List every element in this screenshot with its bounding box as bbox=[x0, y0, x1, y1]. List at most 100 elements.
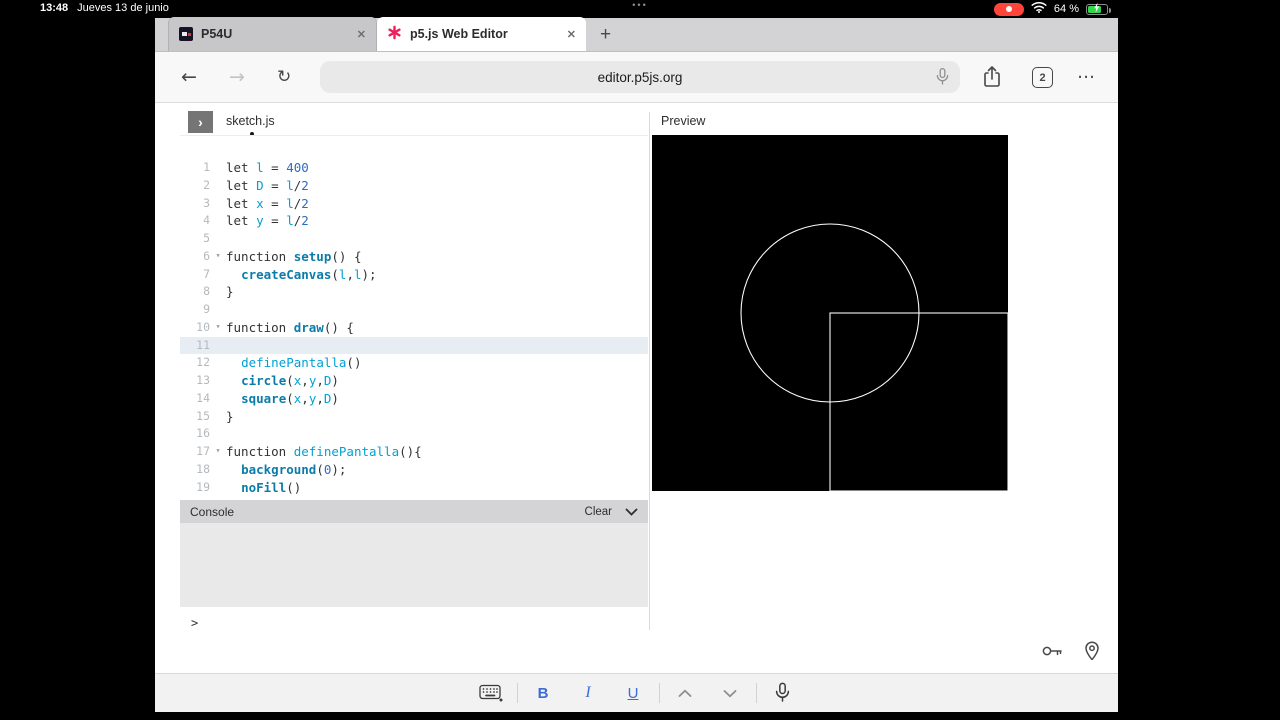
chevron-up-icon[interactable] bbox=[663, 688, 708, 698]
back-button[interactable]: ← bbox=[181, 66, 197, 88]
code-line[interactable]: 1 let l = 400 bbox=[180, 159, 648, 177]
password-key-icon[interactable] bbox=[1041, 644, 1063, 663]
file-tab-sketchjs[interactable]: sketch.js bbox=[226, 114, 275, 128]
line-number: 17 bbox=[196, 444, 210, 458]
line-gutter: 8 bbox=[180, 283, 226, 301]
line-gutter: 17 ▾ bbox=[180, 443, 226, 461]
code-line[interactable]: 7 createCanvas(l,l); bbox=[180, 266, 648, 284]
fold-arrow-icon[interactable]: ▾ bbox=[210, 319, 226, 337]
code-line[interactable]: 14 square(x,y,D) bbox=[180, 390, 648, 408]
line-number: 11 bbox=[196, 337, 210, 352]
italic-button[interactable]: I bbox=[566, 684, 611, 702]
code-line[interactable]: 8} bbox=[180, 283, 648, 301]
code-text: let l = 400 bbox=[226, 160, 309, 175]
p5-editor-page: › sketch.js 1 let l = 400 2 let D = l/2 3 let… bbox=[155, 103, 1118, 673]
line-gutter: 15 bbox=[180, 408, 226, 426]
tab-close-icon[interactable]: ✕ bbox=[567, 28, 576, 41]
console-input[interactable]: > bbox=[180, 612, 648, 634]
code-text: let D = l/2 bbox=[226, 177, 309, 193]
code-line[interactable]: 12 definePantalla() bbox=[180, 354, 648, 372]
preview-label: Preview bbox=[661, 114, 706, 128]
console-collapse-chevron-icon[interactable] bbox=[625, 505, 638, 519]
tab-title: P54U bbox=[201, 27, 233, 41]
recording-dot-icon bbox=[1005, 6, 1012, 12]
keyboard-accessory-bar: B I U bbox=[155, 673, 1118, 712]
code-text: function setup() { bbox=[226, 248, 362, 264]
divider bbox=[658, 683, 660, 703]
line-number: 8 bbox=[203, 284, 210, 299]
code-line[interactable]: 9 bbox=[180, 301, 648, 319]
code-line[interactable]: 15} bbox=[180, 408, 648, 426]
forward-button[interactable]: → bbox=[229, 66, 245, 88]
line-number: 1 bbox=[203, 160, 210, 174]
mic-icon[interactable] bbox=[936, 67, 949, 90]
battery-icon bbox=[1086, 2, 1111, 15]
browser-tab-p5js[interactable]: p5.js Web Editor ✕ bbox=[377, 17, 586, 51]
chevron-down-icon[interactable] bbox=[708, 689, 753, 698]
panel-divider[interactable] bbox=[649, 112, 650, 630]
line-gutter: 19 bbox=[180, 479, 226, 497]
url-bar[interactable]: editor.p5js.org bbox=[320, 61, 960, 93]
multitask-dots-icon[interactable]: ••• bbox=[632, 0, 647, 10]
preview-panel bbox=[652, 135, 1008, 491]
line-gutter: 16 bbox=[180, 425, 226, 443]
code-line[interactable]: 3 let x = l/2 bbox=[180, 195, 648, 213]
keyboard-icon[interactable] bbox=[469, 684, 514, 702]
console-clear-button[interactable]: Clear bbox=[585, 506, 612, 518]
code-line[interactable]: 5 bbox=[180, 230, 648, 248]
tab-close-icon[interactable]: ✕ bbox=[357, 28, 366, 41]
new-tab-button[interactable]: + bbox=[600, 18, 611, 52]
code-line[interactable]: 18 background(0); bbox=[180, 461, 648, 479]
line-gutter: 1 bbox=[180, 159, 226, 177]
code-line[interactable]: 6 ▾ function setup() { bbox=[180, 248, 648, 266]
code-line[interactable]: 11 bbox=[180, 336, 648, 355]
reload-button[interactable]: ↻ bbox=[277, 67, 291, 87]
tab-switcher-button[interactable]: 2 bbox=[1032, 67, 1053, 88]
line-number: 19 bbox=[196, 479, 210, 494]
code-line[interactable]: 2 let D = l/2 bbox=[180, 177, 648, 195]
line-number: 4 bbox=[203, 213, 210, 228]
code-editor[interactable]: 1 let l = 400 2 let D = l/2 3 let x = l/2 4 let… bbox=[180, 159, 648, 496]
tab-title: p5.js Web Editor bbox=[410, 27, 508, 41]
code-line[interactable]: 16 bbox=[180, 425, 648, 443]
code-text: function draw() { bbox=[226, 319, 354, 335]
clock: 13:48 bbox=[40, 2, 69, 14]
line-gutter: 4 bbox=[180, 212, 226, 230]
line-gutter: 11 bbox=[180, 337, 226, 355]
sidebar-expand-button[interactable]: › bbox=[188, 111, 213, 133]
code-line[interactable]: 19 noFill() bbox=[180, 479, 648, 497]
location-pin-icon[interactable] bbox=[1084, 641, 1100, 666]
line-number: 10 bbox=[196, 319, 210, 334]
line-number: 15 bbox=[196, 408, 210, 423]
code-line[interactable]: 17 ▾ function definePantalla(){ bbox=[180, 443, 648, 461]
fold-arrow-icon[interactable]: ▾ bbox=[210, 443, 226, 461]
wifi-icon bbox=[1031, 0, 1047, 18]
status-bar: 13:48 Jueves 13 de junio ••• 64 % bbox=[0, 0, 1280, 18]
share-button[interactable] bbox=[982, 65, 1002, 94]
screen-recording-indicator[interactable] bbox=[993, 2, 1024, 16]
charging-bolt-icon bbox=[1094, 0, 1101, 18]
safari-window: P54U ✕ p5.js Web Editor ✕ + ← → ↻ editor… bbox=[155, 17, 1118, 712]
code-text: let y = l/2 bbox=[226, 213, 309, 229]
code-line[interactable]: 4 let y = l/2 bbox=[180, 212, 648, 230]
fold-arrow-icon[interactable]: ▾ bbox=[210, 248, 226, 266]
line-number: 14 bbox=[196, 390, 210, 405]
dictation-mic-icon[interactable] bbox=[760, 682, 805, 704]
code-line[interactable]: 10 ▾ function draw() { bbox=[180, 319, 648, 337]
code-text: background(0); bbox=[241, 461, 347, 477]
underline-button[interactable]: U bbox=[611, 685, 656, 702]
code-text: } bbox=[226, 408, 234, 424]
code-line[interactable]: 13 circle(x,y,D) bbox=[180, 372, 648, 390]
line-number: 16 bbox=[196, 426, 210, 441]
browser-tab-p54u[interactable]: P54U ✕ bbox=[168, 17, 377, 51]
line-number: 5 bbox=[203, 231, 210, 245]
more-menu-button[interactable]: ⋯ bbox=[1077, 67, 1095, 88]
bold-button[interactable]: B bbox=[521, 685, 566, 702]
code-text: function definePantalla(){ bbox=[226, 444, 422, 459]
